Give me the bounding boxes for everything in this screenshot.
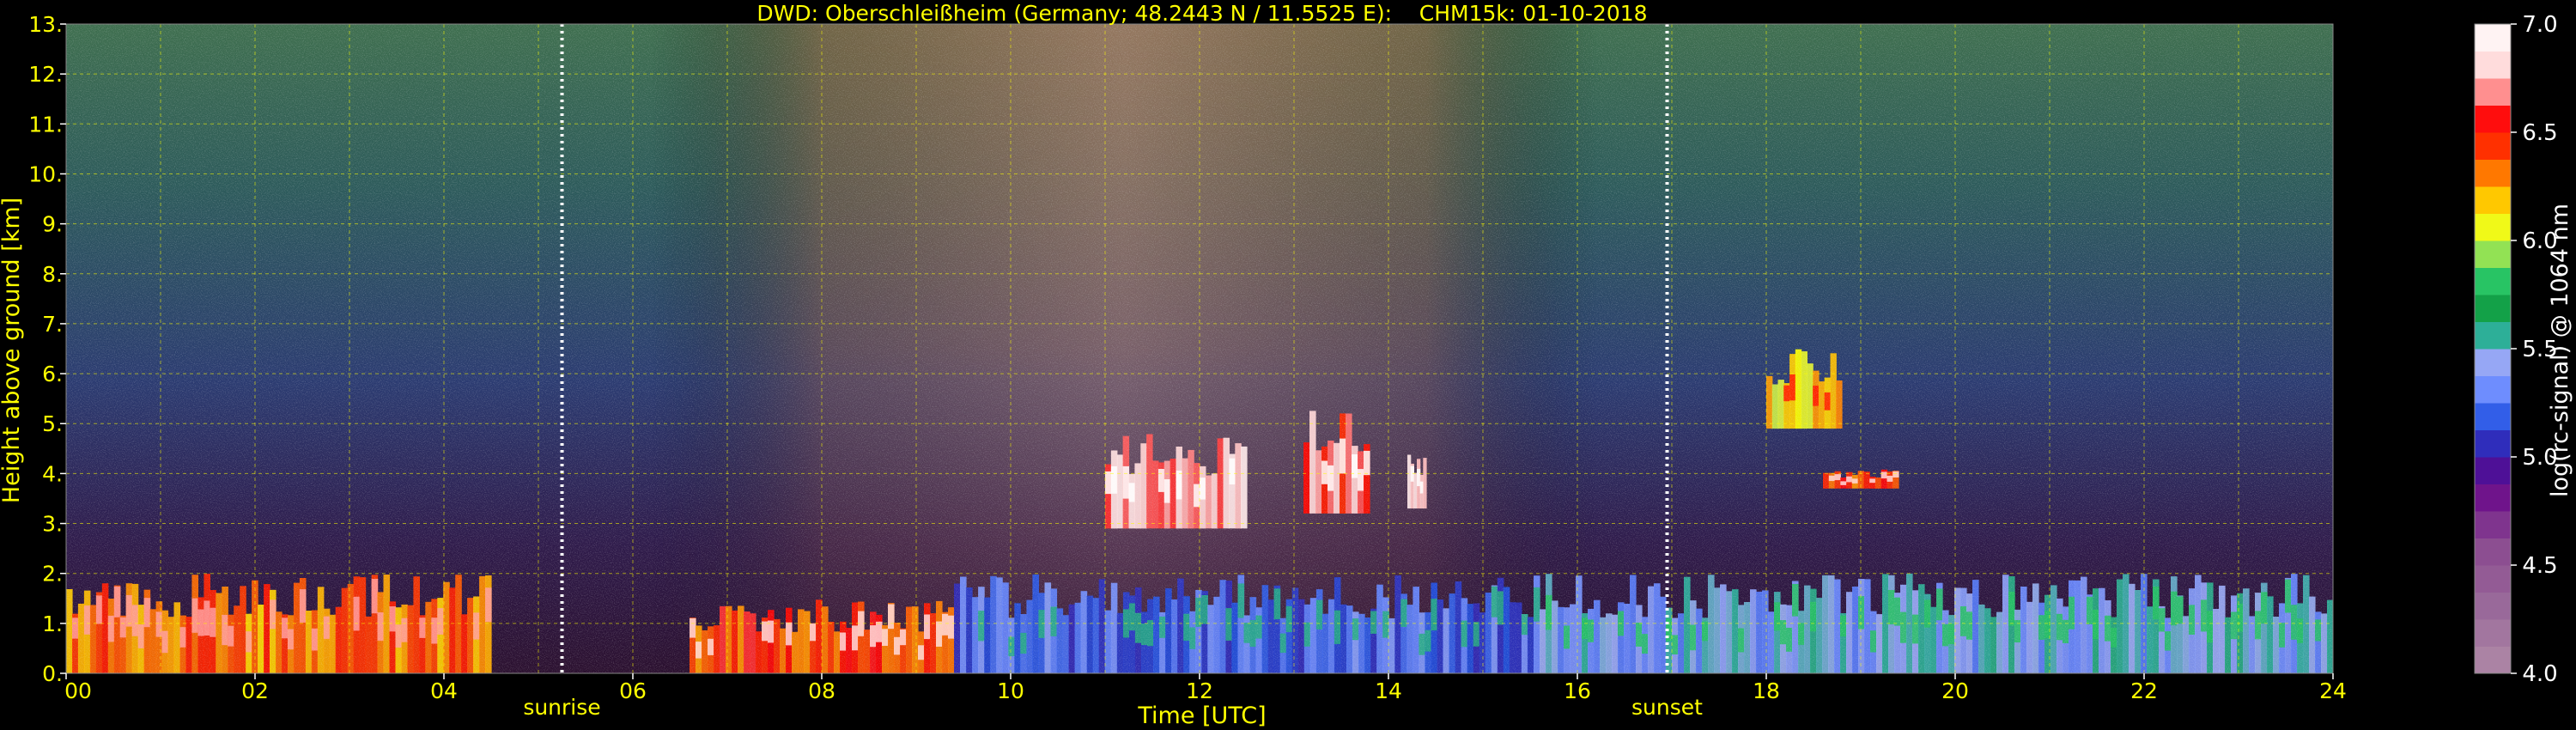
- x-tick-label: 02: [241, 678, 269, 703]
- colorbar-segment: [2475, 538, 2511, 566]
- colorbar-segment: [2475, 375, 2511, 404]
- x-tick-label: 06: [619, 678, 647, 703]
- y-tick-label: 3.: [42, 512, 63, 537]
- x-tick-label: 08: [808, 678, 835, 703]
- colorbar-tick-label: 4.5: [2522, 553, 2557, 579]
- colorbar-segment: [2475, 457, 2511, 484]
- y-tick-label: 12.: [28, 62, 63, 87]
- y-tick-label: 10.: [28, 161, 63, 186]
- x-tick-label: 10: [997, 678, 1024, 703]
- y-tick-label: 13.: [28, 12, 63, 37]
- y-tick-label: 9.: [42, 212, 63, 237]
- x-axis-ticks: 00 02 04 06 08 10 12 14 16 18 20 22 24: [64, 673, 2347, 703]
- colorbar-segment: [2475, 646, 2511, 674]
- colorbar-segment: [2475, 565, 2511, 593]
- colorbar-segment: [2475, 349, 2511, 376]
- y-axis-ticks: 0. 1. 2. 3. 4. 5. 6. 7. 8. 9. 10. 11. 12. 13.: [28, 12, 66, 686]
- colorbar-segment: [2475, 429, 2511, 458]
- colorbar-segment: [2475, 240, 2511, 268]
- colorbar-segment: [2475, 105, 2511, 133]
- y-tick-label: 4.: [42, 461, 63, 486]
- x-tick-label: 16: [1564, 678, 1591, 703]
- x-tick-label: 00: [64, 678, 92, 703]
- colorbar-tick-label: 7.0: [2522, 12, 2557, 38]
- x-tick-label: 18: [1753, 678, 1780, 703]
- colorbar-segment: [2475, 295, 2511, 322]
- sunrise-label: sunrise: [523, 695, 600, 720]
- y-tick-label: 11.: [28, 112, 63, 137]
- colorbar-segment: [2475, 403, 2511, 430]
- x-tick-label: 12: [1186, 678, 1213, 703]
- y-axis-label: Height above ground [km]: [0, 198, 25, 503]
- x-tick-label: 04: [430, 678, 458, 703]
- colorbar: 4.04.55.05.56.06.57.0: [2474, 12, 2558, 687]
- colorbar-segment: [2475, 213, 2511, 241]
- colorbar-tick-label: 6.5: [2522, 120, 2557, 146]
- colorbar-segment: [2475, 619, 2511, 647]
- y-tick-label: 1.: [42, 611, 63, 636]
- x-tick-label: 20: [1941, 678, 1969, 703]
- x-axis-label: Time [UTC]: [1137, 703, 1266, 729]
- y-tick-label: 8.: [42, 262, 63, 287]
- chart-title: DWD: Oberschleißheim (Germany; 48.2443 N…: [756, 1, 1647, 26]
- colorbar-segment: [2475, 267, 2511, 295]
- colorbar-segment: [2475, 159, 2511, 187]
- x-tick-label: 22: [2130, 678, 2158, 703]
- colorbar-segment: [2475, 186, 2511, 214]
- y-tick-label: 6.: [42, 362, 63, 386]
- x-tick-label: 24: [2319, 678, 2347, 703]
- y-tick-label: 0.: [42, 661, 63, 686]
- y-tick-label: 7.: [42, 312, 63, 337]
- colorbar-tick-label: 4.0: [2522, 661, 2557, 687]
- colorbar-segment: [2475, 51, 2511, 79]
- y-tick-label: 5.: [42, 411, 63, 436]
- colorbar-segment: [2475, 592, 2511, 620]
- colorbar-segment: [2475, 484, 2511, 512]
- colorbar-segment: [2475, 511, 2511, 538]
- sunset-label: sunset: [1631, 695, 1703, 720]
- ceilometer-chart: sunrise sunset 00 02 04 06 08 10 12 14 16 18 20 22 24…: [0, 1, 2573, 729]
- y-tick-label: 2.: [42, 562, 63, 587]
- colorbar-segment: [2475, 321, 2511, 350]
- colorbar-segment: [2475, 78, 2511, 106]
- colorbar-segment: [2475, 132, 2511, 160]
- colorbar-segment: [2475, 24, 2511, 52]
- x-tick-label: 14: [1375, 678, 1402, 703]
- colorbar-label: log(rc-signal) @ 1064 nm: [2547, 204, 2573, 497]
